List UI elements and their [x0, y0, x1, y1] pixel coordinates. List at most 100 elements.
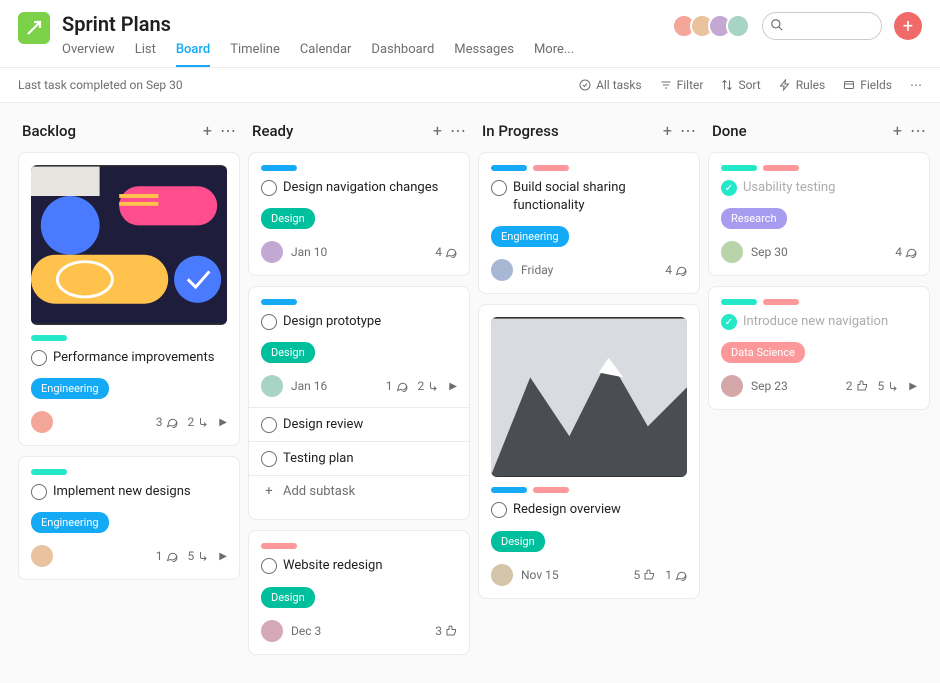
plus-icon: +: [261, 484, 277, 499]
comment-icon: [675, 264, 687, 276]
comment-icon: [675, 569, 687, 581]
task-card[interactable]: Redesign overview Design Nov 15 5 1: [478, 304, 700, 598]
add-card-button[interactable]: +: [203, 121, 212, 140]
filter-button[interactable]: Filter: [660, 78, 704, 92]
tag-design[interactable]: Design: [261, 587, 315, 608]
tag-engineering[interactable]: Engineering: [31, 378, 109, 399]
add-subtask-button[interactable]: +Add subtask: [249, 476, 469, 507]
subtasks-count[interactable]: 5: [188, 549, 210, 563]
assignee-avatar[interactable]: [261, 620, 283, 642]
column-menu-button[interactable]: ⋯: [680, 121, 696, 140]
subtask-title: Testing plan: [283, 451, 354, 466]
column-menu-button[interactable]: ⋯: [910, 121, 926, 140]
add-card-button[interactable]: +: [433, 121, 442, 140]
tab-list[interactable]: List: [135, 42, 156, 67]
more-toolbar-button[interactable]: ⋯: [910, 78, 922, 92]
complete-subtask-check[interactable]: [261, 451, 277, 467]
column-title: Done: [712, 122, 885, 140]
subtask-item[interactable]: Testing plan: [249, 442, 469, 476]
assignee-avatar[interactable]: [261, 241, 283, 263]
complete-task-check[interactable]: [491, 502, 507, 518]
tag-engineering[interactable]: Engineering: [491, 226, 569, 247]
tab-messages[interactable]: Messages: [454, 42, 514, 67]
tag-research[interactable]: Research: [721, 208, 787, 229]
like-icon: [445, 625, 457, 637]
complete-task-check[interactable]: [31, 484, 47, 500]
task-card[interactable]: Performance improvements Engineering 3 2…: [18, 152, 240, 446]
card-title: Introduce new navigation: [743, 313, 888, 331]
task-card[interactable]: Build social sharing functionality Engin…: [478, 152, 700, 294]
tag-engineering[interactable]: Engineering: [31, 512, 109, 533]
assignee-avatar[interactable]: [721, 375, 743, 397]
card-title: Website redesign: [283, 557, 383, 575]
subtask-icon: [197, 416, 209, 428]
comments-count[interactable]: 4: [435, 245, 457, 259]
tab-calendar[interactable]: Calendar: [300, 42, 352, 67]
tab-timeline[interactable]: Timeline: [230, 42, 280, 67]
task-card[interactable]: Design prototype Design Jan 16 1 2 ▶Desi…: [248, 286, 470, 520]
comments-count[interactable]: 4: [665, 263, 687, 277]
likes-count[interactable]: 3: [435, 624, 457, 638]
complete-task-check[interactable]: [491, 180, 507, 196]
add-card-button[interactable]: +: [893, 121, 902, 140]
card-title: Implement new designs: [53, 483, 191, 501]
complete-task-check[interactable]: ✓: [721, 314, 737, 330]
complete-task-check[interactable]: [261, 180, 277, 196]
subtask-item[interactable]: Design review: [249, 408, 469, 442]
complete-task-check[interactable]: ✓: [721, 180, 737, 196]
complete-task-check[interactable]: [31, 350, 47, 366]
subtasks-count[interactable]: 2: [188, 415, 210, 429]
comments-count[interactable]: 1: [386, 379, 408, 393]
card-color-pills: [721, 299, 917, 305]
likes-count[interactable]: 2: [846, 379, 868, 393]
subtasks-count[interactable]: 5: [878, 379, 900, 393]
column-done: Done + ⋯ ✓ Usability testing Research Se…: [708, 121, 930, 420]
due-date: Nov 15: [521, 568, 559, 582]
add-button[interactable]: +: [894, 12, 922, 40]
column-menu-button[interactable]: ⋯: [220, 121, 236, 140]
comments-count[interactable]: 1: [156, 549, 178, 563]
assignee-avatar[interactable]: [491, 259, 513, 281]
sort-button[interactable]: Sort: [721, 78, 760, 92]
tag-datascience[interactable]: Data Science: [721, 342, 805, 363]
complete-task-check[interactable]: [261, 558, 277, 574]
assignee-avatar[interactable]: [721, 241, 743, 263]
comments-count[interactable]: 4: [895, 245, 917, 259]
task-card[interactable]: ✓ Introduce new navigation Data Science …: [708, 286, 930, 410]
comment-icon: [905, 246, 917, 258]
comments-count[interactable]: 1: [665, 568, 687, 582]
assignee-avatar[interactable]: [261, 375, 283, 397]
task-card[interactable]: ✓ Usability testing Research Sep 30 4: [708, 152, 930, 276]
fields-button[interactable]: Fields: [843, 78, 892, 92]
assignee-avatar[interactable]: [31, 545, 53, 567]
tab-dashboard[interactable]: Dashboard: [371, 42, 434, 67]
rules-button[interactable]: Rules: [779, 78, 825, 92]
assignee-avatar[interactable]: [491, 564, 513, 586]
all-tasks-filter[interactable]: All tasks: [579, 78, 642, 92]
assignee-avatar[interactable]: [31, 411, 53, 433]
subtasks-count[interactable]: 2: [418, 379, 440, 393]
project-icon[interactable]: [18, 12, 50, 44]
task-card[interactable]: Website redesign Design Dec 3 3: [248, 530, 470, 654]
add-card-button[interactable]: +: [663, 121, 672, 140]
tag-design[interactable]: Design: [491, 531, 545, 552]
comments-count[interactable]: 3: [156, 415, 178, 429]
likes-count[interactable]: 5: [634, 568, 656, 582]
tab-overview[interactable]: Overview: [62, 42, 115, 67]
column-menu-button[interactable]: ⋯: [450, 121, 466, 140]
complete-subtask-check[interactable]: [261, 417, 277, 433]
member-avatars[interactable]: [672, 14, 750, 38]
expand-icon[interactable]: ▶: [449, 381, 457, 392]
complete-task-check[interactable]: [261, 314, 277, 330]
task-card[interactable]: Implement new designs Engineering 1 5 ▶: [18, 456, 240, 580]
expand-icon[interactable]: ▶: [219, 551, 227, 562]
subtask-list: Design review Testing plan +Add subtask: [249, 407, 469, 507]
card-title: Usability testing: [743, 179, 835, 197]
expand-icon[interactable]: ▶: [909, 381, 917, 392]
expand-icon[interactable]: ▶: [219, 417, 227, 428]
tab-board[interactable]: Board: [176, 42, 210, 67]
task-card[interactable]: Design navigation changes Design Jan 10 …: [248, 152, 470, 276]
tag-design[interactable]: Design: [261, 208, 315, 229]
tag-design[interactable]: Design: [261, 342, 315, 363]
tab-more[interactable]: More...: [534, 42, 574, 67]
